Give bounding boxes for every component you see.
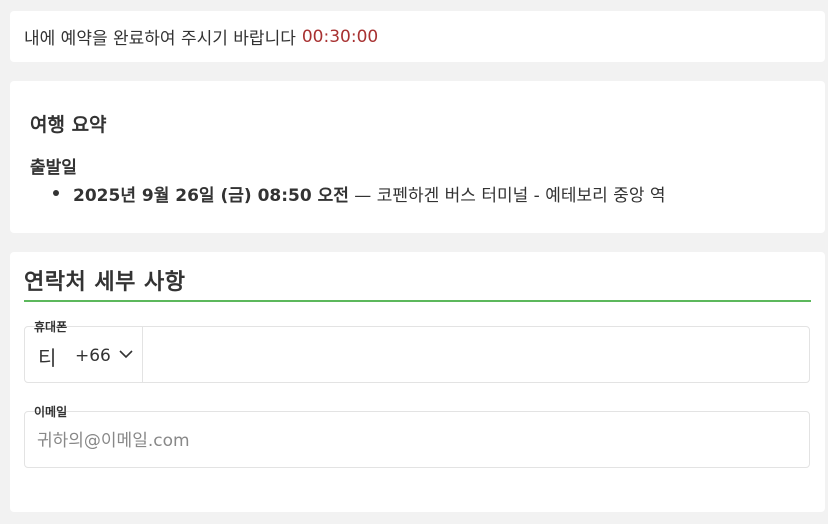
bullet-icon (53, 190, 59, 196)
trip-datetime: 2025년 9월 26일 (금) 08:50 오전 (73, 186, 349, 206)
countdown-timer: 00:30:00 (301, 26, 379, 47)
email-field (24, 411, 810, 468)
trip-summary-card: 여행 요약 출발일 2025년 9월 26일 (금) 08:50 오전 — 코펜… (10, 81, 825, 233)
trip-summary-title: 여행 요약 (30, 114, 107, 136)
trip-route: — 코펜하겐 버스 터미널 - 예테보리 중앙 역 (354, 186, 666, 206)
country-flag-icon: 티 (38, 346, 57, 370)
departure-date-label: 출발일 (30, 158, 77, 178)
title-underline (24, 300, 811, 302)
dial-code: +66 (75, 346, 111, 366)
timer-message: 내에 예약을 완료하여 주시기 바랍니다 (24, 29, 296, 49)
email-input[interactable] (35, 413, 799, 468)
timer-banner: 내에 예약을 완료하여 주시기 바랍니다 00:30:00 (10, 11, 825, 62)
phone-field: 티 +66 (24, 326, 810, 383)
contact-details-title: 연락처 세부 사항 (24, 270, 186, 295)
trip-list: 2025년 9월 26일 (금) 08:50 오전 — 코펜하겐 버스 터미널 … (30, 181, 666, 206)
phone-input[interactable] (145, 328, 809, 383)
trip-list-item: 2025년 9월 26일 (금) 08:50 오전 — 코펜하겐 버스 터미널 … (53, 181, 666, 206)
email-label: 이메일 (34, 405, 68, 419)
contact-details-card: 연락처 세부 사항 티 +66 휴대폰 이메일 (10, 252, 825, 512)
phone-label: 휴대폰 (34, 320, 68, 334)
country-code-select[interactable]: 티 +66 (25, 327, 143, 382)
chevron-down-icon (119, 350, 133, 359)
